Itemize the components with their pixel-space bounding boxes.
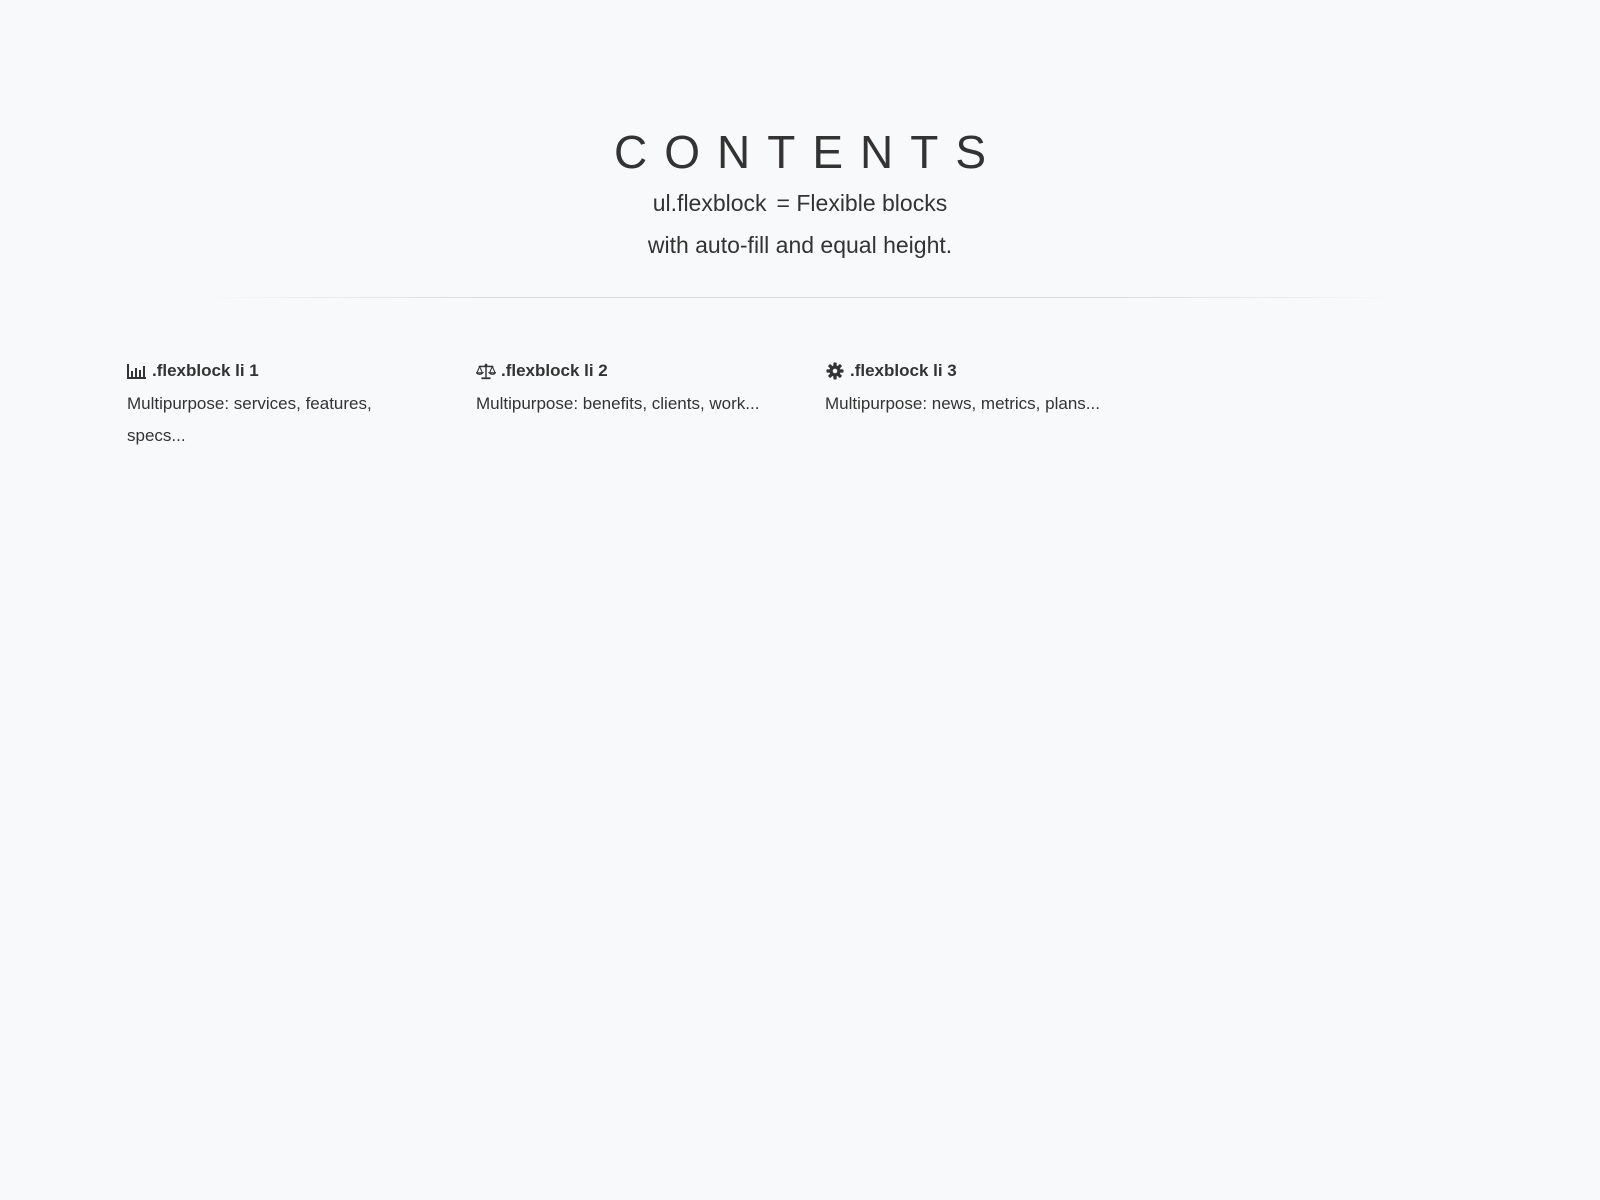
subtitle-line-2: with auto-fill and equal height. [647, 232, 953, 258]
divider [200, 297, 1400, 298]
flexblock-list: .flexblock li 1 Multipurpose: services, … [127, 356, 1174, 452]
bar-chart-icon [127, 362, 147, 380]
flexblock-item-title-text: .flexblock li 2 [501, 361, 608, 380]
flexblock-item-description: Multipurpose: services, features, specs.… [127, 394, 372, 445]
header: CONTENTS ul.flexblock = Flexible blocks w… [0, 122, 1600, 266]
flexblock-item-description: Multipurpose: news, metrics, plans... [825, 394, 1100, 413]
page: CONTENTS ul.flexblock = Flexible blocks w… [0, 0, 1600, 1200]
flexblock-item-3: .flexblock li 3 Multipurpose: news, metr… [825, 356, 1125, 452]
flexblock-item-title: .flexblock li 3 [825, 356, 1125, 386]
subtitle-code: ul.flexblock [652, 190, 767, 216]
flexblock-item-title-text: .flexblock li 3 [850, 361, 957, 380]
subtitle-text: = Flexible blocks [776, 190, 948, 216]
subtitle-line-1: ul.flexblock = Flexible blocks [0, 182, 1600, 224]
flexblock-item-title: .flexblock li 1 [127, 356, 427, 386]
flexblock-item-description: Multipurpose: benefits, clients, work... [476, 394, 760, 413]
balance-scale-icon [476, 362, 496, 380]
flexblock-item-2: .flexblock li 2 Multipurpose: benefits, … [476, 356, 776, 452]
flexblock-item-1: .flexblock li 1 Multipurpose: services, … [127, 356, 427, 452]
gear-icon [825, 362, 845, 380]
flexblock-item-title: .flexblock li 2 [476, 356, 776, 386]
page-title: CONTENTS [614, 126, 1003, 178]
flexblock-item-title-text: .flexblock li 1 [152, 361, 259, 380]
